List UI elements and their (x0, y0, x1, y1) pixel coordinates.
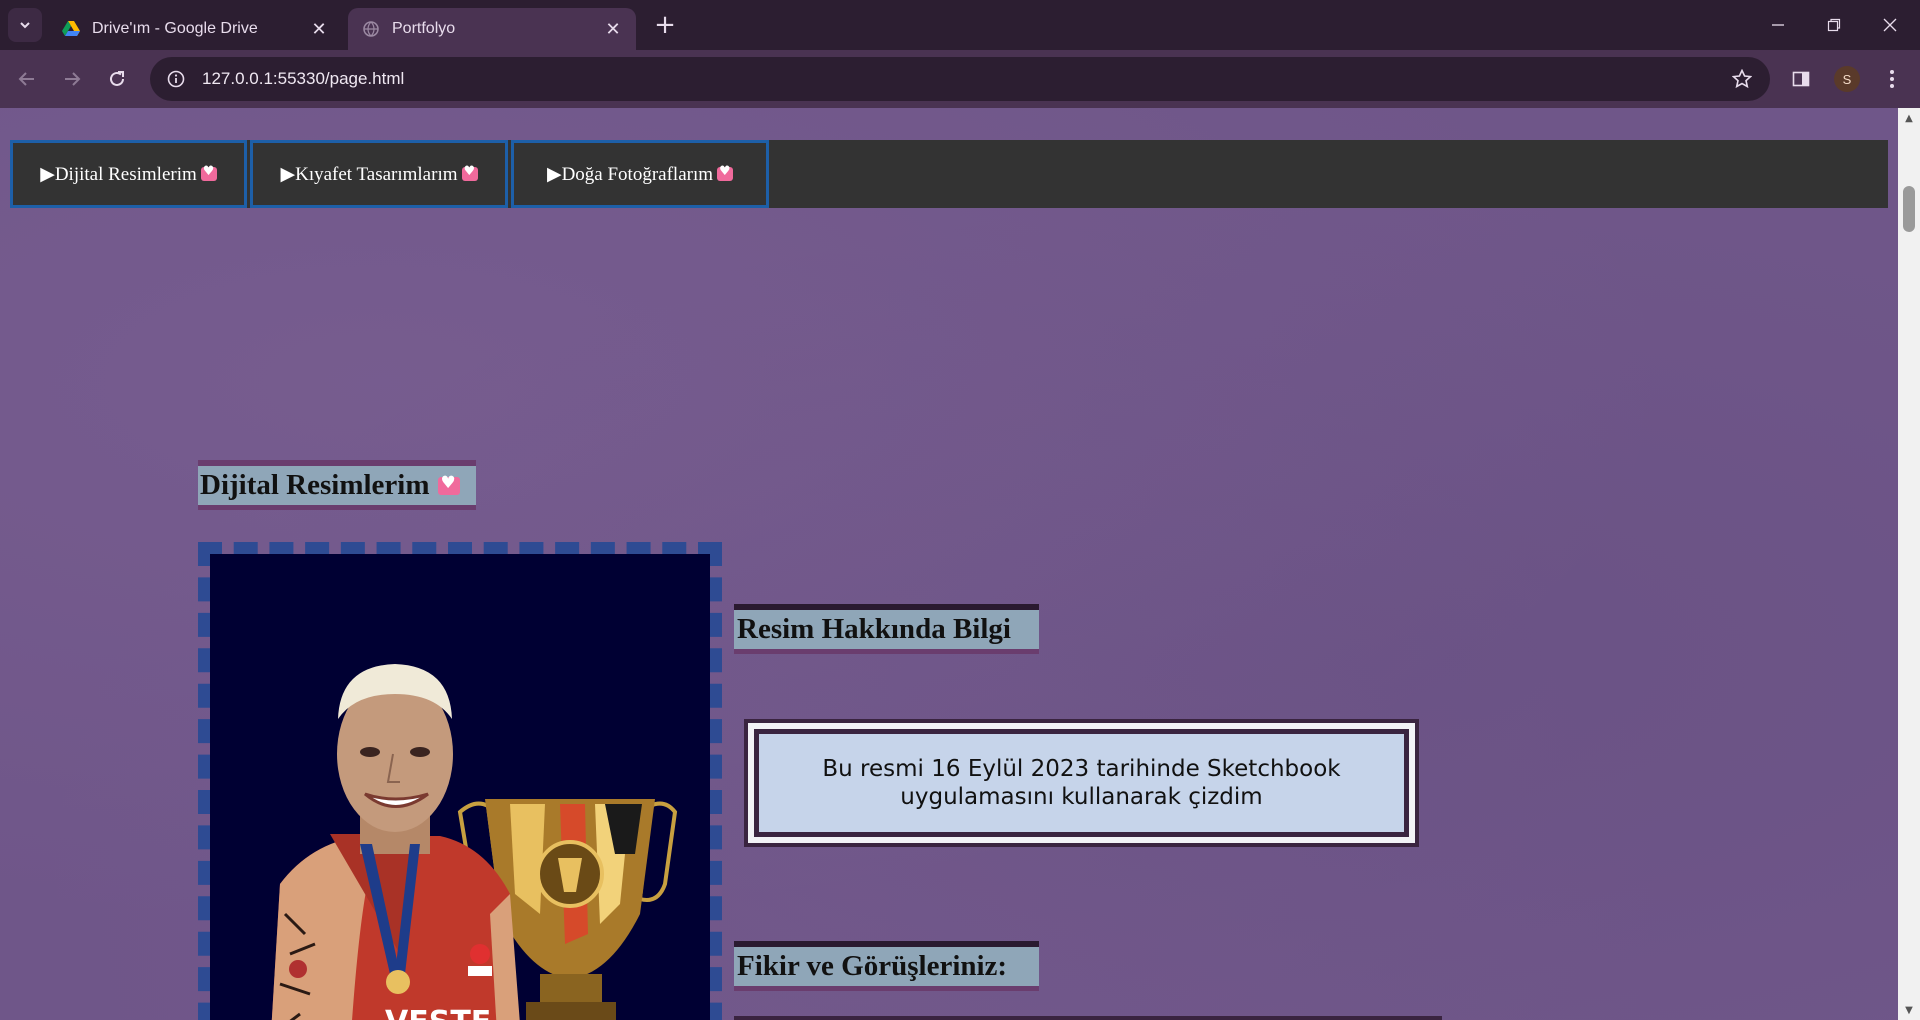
reload-icon[interactable] (100, 62, 134, 96)
url-text[interactable]: 127.0.0.1:55330/page.html (202, 69, 1724, 89)
google-drive-icon (62, 20, 80, 38)
restore-icon[interactable] (1806, 0, 1862, 50)
globe-icon (362, 20, 380, 38)
heart-icon (200, 164, 217, 181)
side-panel-icon[interactable] (1784, 62, 1818, 96)
heart-icon (437, 473, 460, 495)
tab-search-button[interactable] (8, 8, 42, 42)
tab-title: Portfolyo (392, 20, 456, 37)
info-text: Bu resmi 16 Eylül 2023 tarihinde Sketchb… (754, 729, 1409, 837)
minimize-icon[interactable] (1750, 0, 1806, 50)
artwork-frame: VESTE (198, 542, 722, 1020)
back-arrow-icon[interactable] (10, 62, 44, 96)
volleyball-player-with-trophy-illustration: VESTE (210, 554, 710, 1020)
close-tab-icon[interactable]: ✕ (600, 16, 626, 42)
feedback-form-border (734, 1016, 1442, 1020)
feedback-heading: Fikir ve Görüşleriniz: (734, 941, 1039, 991)
new-tab-icon[interactable]: + (650, 10, 680, 40)
scroll-up-arrow-icon[interactable]: ▲ (1898, 108, 1920, 128)
more-menu-icon[interactable] (1875, 62, 1909, 96)
tab-portfolyo[interactable]: Portfolyo ✕ (348, 8, 636, 50)
forward-arrow-icon[interactable] (55, 62, 89, 96)
bookmark-star-icon[interactable] (1724, 61, 1760, 97)
site-info-icon[interactable] (158, 61, 194, 97)
info-box: Bu resmi 16 Eylül 2023 tarihinde Sketchb… (744, 719, 1419, 847)
scrollbar-thumb[interactable] (1903, 186, 1915, 232)
nav-label: ▶Kıyafet Tasarımlarım (280, 163, 458, 185)
digital-painting-image: VESTE (210, 554, 710, 1020)
address-bar[interactable]: 127.0.0.1:55330/page.html (150, 57, 1770, 101)
nav-kiyafet-tasarimlarim[interactable]: ▶Kıyafet Tasarımlarım (250, 140, 508, 208)
heart-icon (461, 164, 478, 181)
close-window-icon[interactable] (1862, 0, 1918, 50)
nav-dijital-resimlerim[interactable]: ▶Dijital Resimlerim (10, 140, 247, 208)
chevron-down-icon (20, 22, 30, 29)
nav-label: ▶Doğa Fotoğraflarım (546, 163, 714, 185)
section-title: Dijital Resimlerim (198, 460, 476, 510)
tab-google-drive[interactable]: Drive'ım - Google Drive ✕ (48, 8, 342, 50)
page-navigation: ▶Dijital Resimlerim ▶Kıyafet Tasarımları… (10, 140, 1888, 208)
page-scrollbar[interactable]: ▲ ▼ (1898, 108, 1920, 1020)
info-heading: Resim Hakkında Bilgi (734, 604, 1039, 654)
tab-strip: Drive'ım - Google Drive ✕ Portfolyo ✕ + (0, 0, 1920, 50)
browser-toolbar: 127.0.0.1:55330/page.html S (0, 50, 1920, 108)
nav-label: ▶Dijital Resimlerim (40, 163, 197, 185)
jersey-text: VESTE (385, 1005, 491, 1020)
scroll-down-arrow-icon[interactable]: ▼ (1898, 1000, 1920, 1020)
page-viewport: ▶Dijital Resimlerim ▶Kıyafet Tasarımları… (0, 108, 1898, 1020)
section-title-text: Dijital Resimlerim (200, 469, 430, 501)
close-tab-icon[interactable]: ✕ (306, 16, 332, 42)
tab-title: Drive'ım - Google Drive (92, 20, 258, 37)
heart-icon (717, 164, 734, 181)
profile-avatar[interactable]: S (1834, 66, 1860, 92)
nav-doga-fotograflarim[interactable]: ▶Doğa Fotoğraflarım (511, 140, 769, 208)
